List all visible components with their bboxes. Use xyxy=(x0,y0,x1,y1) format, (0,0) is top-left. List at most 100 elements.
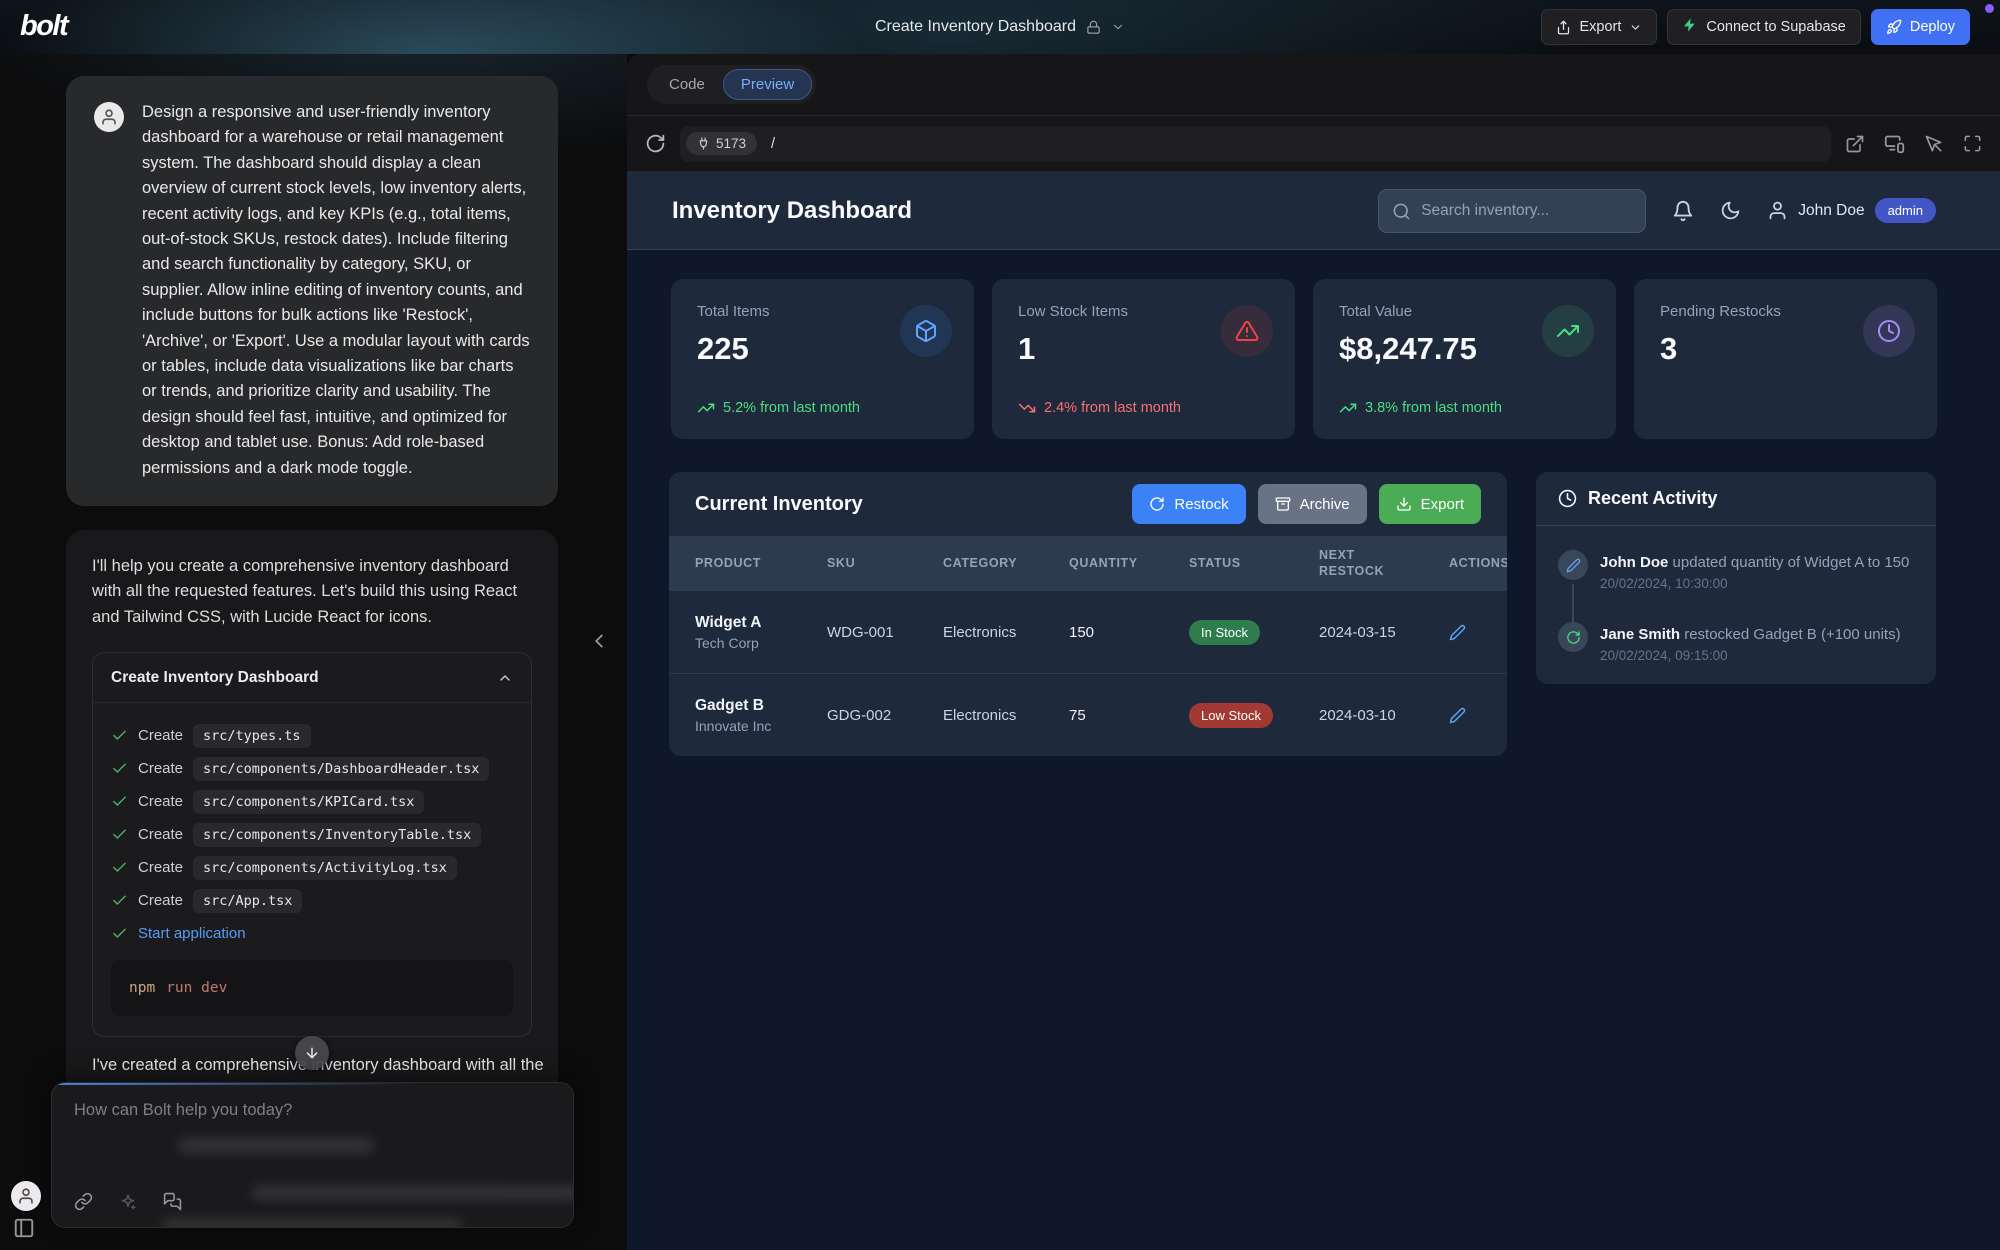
alert-triangle-icon xyxy=(1221,305,1273,357)
build-step: Create src/types.ts xyxy=(111,719,513,752)
chat-input[interactable] xyxy=(74,1101,544,1120)
project-title-menu[interactable]: Create Inventory Dashboard xyxy=(875,0,1125,54)
connect-supabase-button[interactable]: Connect to Supabase xyxy=(1667,9,1860,45)
sidebar-toggle-icon[interactable] xyxy=(13,1217,35,1239)
link-attach-button[interactable] xyxy=(74,1192,93,1211)
trending-up-icon xyxy=(1542,305,1594,357)
column-header: CATEGORY xyxy=(943,555,1069,571)
port-badge[interactable]: 5173 xyxy=(686,132,757,155)
dark-mode-toggle-icon[interactable] xyxy=(1720,200,1741,221)
bolt-logo[interactable]: bolt xyxy=(20,10,67,43)
supabase-icon xyxy=(1682,17,1698,37)
chevron-down-icon[interactable] xyxy=(1111,20,1125,34)
bolt-app-window: bolt Create Inventory Dashboard Export C… xyxy=(0,0,2000,1250)
table-row[interactable]: Gadget B Innovate Inc GDG-002 Electronic… xyxy=(669,673,1507,756)
reload-icon[interactable] xyxy=(645,133,666,154)
view-tabs-row: Code Preview xyxy=(627,54,2000,116)
user-icon xyxy=(1767,200,1788,221)
deploy-label: Deploy xyxy=(1910,19,1955,35)
activity-title: Recent Activity xyxy=(1588,488,1717,509)
export-label: Export xyxy=(1421,496,1464,513)
kpi-value: 3 xyxy=(1660,331,1677,367)
trending-up-icon xyxy=(697,399,715,417)
export-csv-button[interactable]: Export xyxy=(1379,484,1481,524)
inspect-pointer-icon[interactable] xyxy=(1924,134,1944,154)
supplier-name: Innovate Inc xyxy=(695,718,827,734)
restock-button[interactable]: Restock xyxy=(1132,484,1245,524)
activity-user: John Doe xyxy=(1600,554,1668,571)
inventory-title: Current Inventory xyxy=(695,493,863,516)
dashboard-title: Inventory Dashboard xyxy=(672,197,912,225)
build-steps-panel: Create Inventory Dashboard Create src/ty… xyxy=(92,652,532,1037)
tab-code[interactable]: Code xyxy=(651,69,723,100)
file-path-chip[interactable]: src/components/ActivityLog.tsx xyxy=(193,856,457,880)
next-restock-cell: 2024-03-15 xyxy=(1319,624,1449,641)
user-message: Design a responsive and user-friendly in… xyxy=(66,76,558,506)
check-icon xyxy=(111,925,128,942)
share-icon xyxy=(1556,20,1571,35)
command-name: npm xyxy=(129,980,155,996)
file-path-chip[interactable]: src/components/InventoryTable.tsx xyxy=(193,823,481,847)
edit-pencil-icon[interactable] xyxy=(1449,624,1507,641)
step-action: Create xyxy=(138,727,183,744)
start-application-link[interactable]: Start application xyxy=(138,925,246,942)
tab-preview[interactable]: Preview xyxy=(723,69,812,100)
user-message-text: Design a responsive and user-friendly in… xyxy=(142,100,532,481)
restock-label: Restock xyxy=(1174,496,1228,513)
kpi-card-low-stock: Low Stock Items 1 2.4% from last month xyxy=(992,279,1295,439)
quantity-cell[interactable]: 75 xyxy=(1069,707,1189,724)
collapse-panel-button[interactable] xyxy=(497,670,513,686)
file-path-chip[interactable]: src/App.tsx xyxy=(193,889,302,913)
responsive-devices-icon[interactable] xyxy=(1884,133,1905,154)
step-action: Create xyxy=(138,793,183,810)
trending-down-icon xyxy=(1018,399,1036,417)
quantity-cell[interactable]: 150 xyxy=(1069,624,1189,641)
activity-action: restocked Gadget B (+100 units) xyxy=(1684,626,1900,643)
user-avatar xyxy=(94,102,124,132)
start-application-step: Start application xyxy=(111,917,513,950)
account-avatar[interactable] xyxy=(11,1181,41,1211)
deploy-button[interactable]: Deploy xyxy=(1871,9,1970,45)
table-header-row: PRODUCT SKU CATEGORY QUANTITY STATUS NEX… xyxy=(669,536,1507,590)
column-header: PRODUCT xyxy=(669,555,827,571)
search-input[interactable] xyxy=(1421,190,1636,232)
recent-activity-card: Recent Activity John Doe updated quantit… xyxy=(1536,472,1936,684)
file-path-chip[interactable]: src/components/DashboardHeader.tsx xyxy=(193,757,489,781)
file-path-chip[interactable]: src/types.ts xyxy=(193,724,311,748)
check-icon xyxy=(111,793,128,810)
sku-cell: GDG-002 xyxy=(827,707,943,724)
user-menu[interactable]: John Doe admin xyxy=(1767,198,1936,223)
clock-icon xyxy=(1863,305,1915,357)
supplier-name: Tech Corp xyxy=(695,635,827,651)
export-button[interactable]: Export xyxy=(1541,9,1657,45)
archive-button[interactable]: Archive xyxy=(1258,484,1367,524)
clock-icon xyxy=(1558,489,1577,508)
check-icon xyxy=(111,760,128,777)
check-icon xyxy=(111,727,128,744)
enhance-prompt-button[interactable] xyxy=(119,1193,137,1211)
table-row[interactable]: Widget A Tech Corp WDG-001 Electronics 1… xyxy=(669,590,1507,673)
scroll-to-bottom-button[interactable] xyxy=(295,1036,329,1070)
kpi-value: 225 xyxy=(697,331,749,367)
refresh-icon xyxy=(1149,496,1165,512)
collapse-chat-button[interactable] xyxy=(588,630,610,652)
fullscreen-icon[interactable] xyxy=(1963,134,1982,153)
port-number: 5173 xyxy=(716,136,746,151)
product-name: Widget A xyxy=(695,614,827,632)
kpi-trend-text: 2.4% from last month xyxy=(1044,400,1181,416)
activity-timestamp: 20/02/2024, 10:30:00 xyxy=(1600,576,1728,591)
status-badge: Low Stock xyxy=(1189,703,1273,728)
command-args: run dev xyxy=(166,980,227,996)
bell-icon[interactable] xyxy=(1672,200,1694,222)
terminal-command: npm run dev xyxy=(111,960,513,1016)
kpi-value: 1 xyxy=(1018,331,1035,367)
check-icon xyxy=(111,826,128,843)
build-step: Create src/components/KPICard.tsx xyxy=(111,785,513,818)
category-cell: Electronics xyxy=(943,707,1069,724)
url-input[interactable]: 5173 / xyxy=(680,126,1831,162)
file-path-chip[interactable]: src/components/KPICard.tsx xyxy=(193,790,424,814)
open-external-icon[interactable] xyxy=(1845,134,1865,154)
assistant-intro-text: I'll help you create a comprehensive inv… xyxy=(92,554,532,630)
chat-mode-button[interactable] xyxy=(163,1192,182,1211)
edit-pencil-icon[interactable] xyxy=(1449,707,1507,724)
